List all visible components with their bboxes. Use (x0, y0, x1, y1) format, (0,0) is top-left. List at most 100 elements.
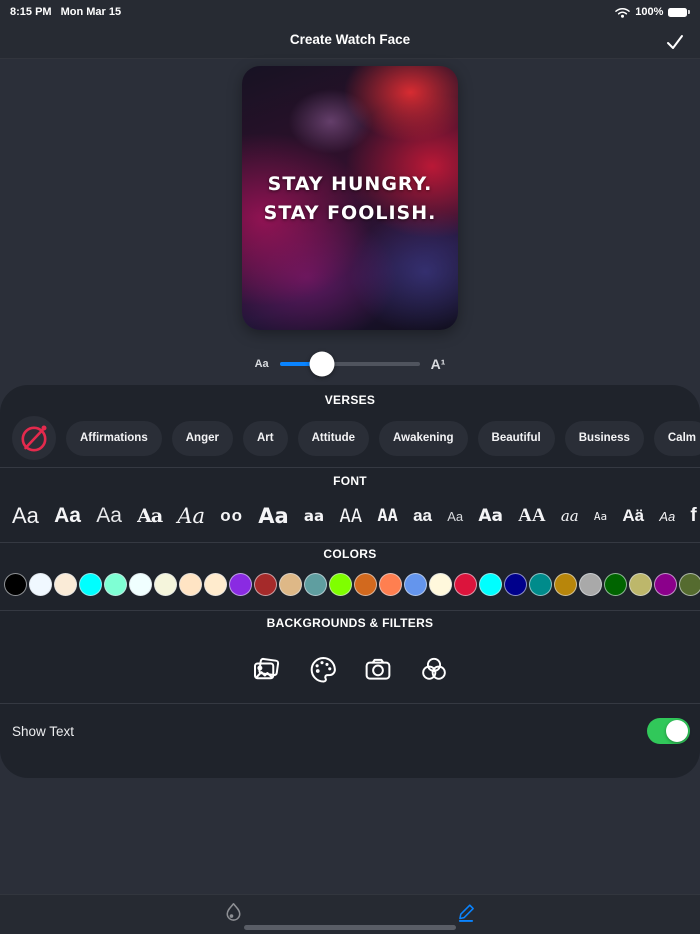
show-text-row: Show Text (0, 703, 700, 759)
photo-library-button[interactable] (251, 654, 281, 684)
color-swatch-azure[interactable] (129, 573, 152, 596)
color-palette-button[interactable] (307, 654, 337, 684)
font-option-partial[interactable]: f (690, 505, 696, 527)
divider (0, 467, 700, 468)
battery-percent: 100% (635, 6, 664, 18)
text-size-slider-row: Aa A¹ (0, 350, 700, 378)
verses-header: VERSES (324, 393, 376, 407)
color-swatch-blanchedalmond[interactable] (204, 573, 227, 596)
header: 8:15 PM Mon Mar 15 100% Create Watch Fac… (0, 0, 700, 59)
color-swatch-bisque[interactable] (179, 573, 202, 596)
color-swatch-coral[interactable] (379, 573, 402, 596)
color-swatch-darkgoldenrod[interactable] (554, 573, 577, 596)
color-swatch-blueviolet[interactable] (229, 573, 252, 596)
verse-category-chip[interactable]: Awakening (379, 420, 468, 456)
color-swatch-chocolate[interactable] (354, 573, 377, 596)
font-option-smallscript[interactable]: Aa (659, 509, 675, 524)
background-tools (0, 647, 700, 691)
verse-category-chip[interactable]: Art (242, 420, 288, 456)
font-option-bold[interactable]: Aa (54, 504, 81, 528)
divider (0, 610, 700, 611)
home-indicator[interactable] (244, 925, 456, 930)
color-swatch-darkolivegreen[interactable] (679, 573, 700, 596)
show-text-toggle[interactable] (647, 718, 690, 744)
small-text-label: Aa (254, 358, 269, 370)
watch-face-preview[interactable]: Stay Hungry. Stay Foolish. (242, 66, 458, 330)
color-swatch-darkmagenta[interactable] (654, 573, 677, 596)
tab-backgrounds[interactable] (203, 898, 263, 926)
verse-category-chip[interactable]: Business (564, 420, 644, 456)
font-option-curly[interactable]: aa (561, 507, 579, 525)
quote-text: Stay Hungry. Stay Foolish. (263, 173, 437, 224)
font-option-umlaut[interactable]: Aä (622, 506, 644, 526)
font-option-roundlower[interactable]: aa (413, 506, 432, 526)
status-bar: 8:15 PM Mon Mar 15 100% (0, 0, 700, 24)
color-swatch-aliceblue[interactable] (29, 573, 52, 596)
large-text-label: A¹ (430, 356, 446, 372)
font-option-decor[interactable]: AA (518, 505, 545, 527)
camera-button[interactable] (363, 654, 393, 684)
verse-category-chip[interactable]: Calm (653, 420, 700, 456)
checkmark-icon[interactable] (664, 31, 686, 53)
color-swatch-black[interactable] (4, 573, 27, 596)
color-swatch-cornflowerblue[interactable] (404, 573, 427, 596)
color-swatch-burlywood[interactable] (279, 573, 302, 596)
font-option-pixel[interactable]: Aa (594, 510, 607, 523)
color-swatch-crimson[interactable] (454, 573, 477, 596)
clock: 8:15 PM (10, 6, 52, 18)
no-verse-icon (21, 425, 47, 452)
color-swatch-chartreuse[interactable] (329, 573, 352, 596)
pencil-edit-icon (458, 903, 474, 922)
color-swatch-brown[interactable] (254, 573, 277, 596)
color-swatch-darkkhaki[interactable] (629, 573, 652, 596)
font-option-marker[interactable]: Aa (478, 506, 503, 526)
color-swatch-antiquewhite[interactable] (54, 573, 77, 596)
font-option-squareoutline[interactable]: AA (339, 505, 362, 527)
font-option-regular[interactable]: Aa (12, 503, 39, 529)
color-swatch-cyan[interactable] (479, 573, 502, 596)
font-option-script[interactable]: Aa (177, 504, 205, 528)
date: Mon Mar 15 (60, 6, 122, 18)
verse-category-chip[interactable]: Anger (171, 420, 233, 456)
camera-icon (365, 658, 391, 680)
editor-panel: VERSES Affirmations Anger Art Attitude Awake… (0, 385, 700, 778)
color-swatch-aqua[interactable] (79, 573, 102, 596)
verse-categories: Affirmations Anger Art Attitude Awakening Bea… (0, 416, 700, 460)
backgrounds-filters-header: BACKGROUNDS & FILTERS (266, 616, 434, 630)
color-swatch-cornsilk[interactable] (429, 573, 452, 596)
font-option-blackletter[interactable]: Aa (137, 505, 163, 527)
color-options (0, 573, 700, 599)
color-swatch-darkcyan[interactable] (529, 573, 552, 596)
color-swatch-darkgreen[interactable] (604, 573, 627, 596)
divider (0, 542, 700, 543)
font-header: FONT (333, 474, 367, 488)
no-verse-button[interactable] (12, 416, 56, 460)
show-text-label: Show Text (12, 723, 75, 739)
nav-bar: Create Watch Face (0, 24, 700, 58)
filters-icon (422, 657, 446, 680)
palette-icon (310, 656, 336, 683)
font-options: Aa Aa Aa Aa Aa oo Aa aa AA AA aa Aa Aa AA aa Aa Aä Aa f (0, 495, 700, 537)
verse-category-chip[interactable]: Affirmations (66, 420, 162, 456)
font-option-block[interactable]: AA (377, 506, 397, 526)
font-option-smallheavy[interactable]: aa (304, 507, 324, 525)
color-swatch-darkblue[interactable] (504, 573, 527, 596)
font-option-bubble[interactable]: oo (220, 506, 243, 526)
color-swatch-darkgray[interactable] (579, 573, 602, 596)
slider-thumb[interactable] (309, 351, 335, 377)
color-swatch-beige[interactable] (154, 573, 177, 596)
tab-bar (0, 894, 700, 934)
flame-icon (226, 902, 240, 921)
tab-edit[interactable] (437, 898, 497, 926)
color-swatch-aquamarine[interactable] (104, 573, 127, 596)
filters-button[interactable] (419, 654, 449, 684)
verse-category-chip[interactable]: Beautiful (477, 420, 555, 456)
font-option-light[interactable]: Aa (96, 504, 122, 528)
colors-header: COLORS (323, 547, 377, 561)
verse-category-chip[interactable]: Attitude (297, 420, 370, 456)
color-swatch-cadetblue[interactable] (304, 573, 327, 596)
page-title: Create Watch Face (289, 32, 411, 47)
font-option-heavy[interactable]: Aa (258, 504, 288, 528)
text-size-slider[interactable] (279, 351, 420, 377)
font-option-thinhand[interactable]: Aa (447, 509, 463, 524)
